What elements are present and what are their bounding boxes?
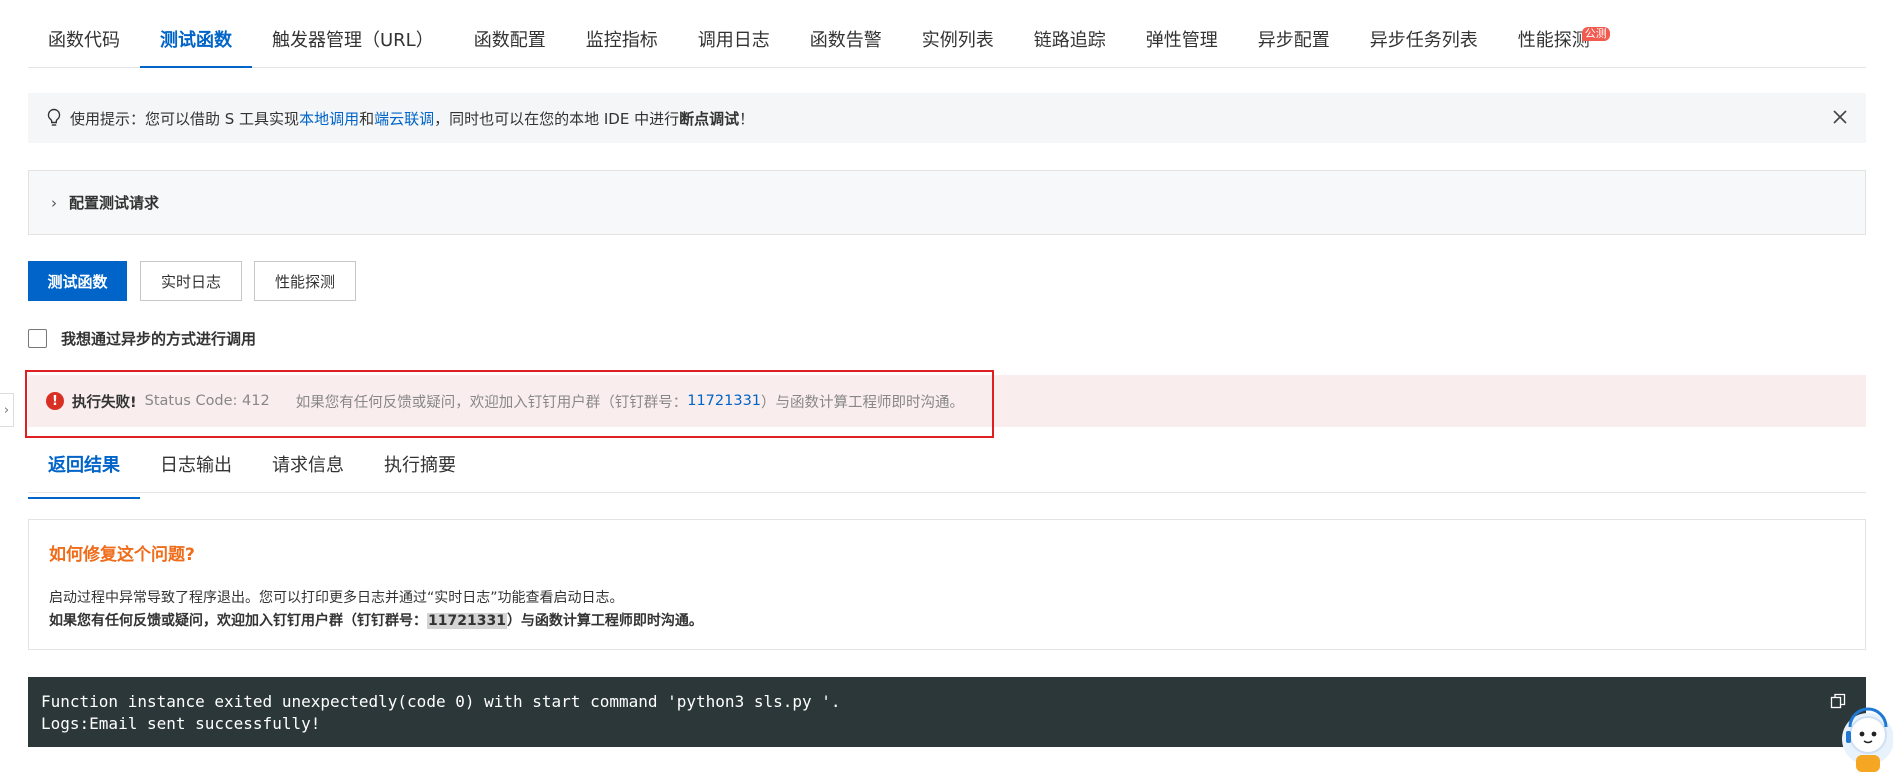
close-icon[interactable] xyxy=(1830,107,1850,127)
lightbulb-icon xyxy=(47,108,61,126)
console-line: Logs:Email sent successfully! xyxy=(41,714,321,733)
tab-trigger-management[interactable]: 触发器管理（URL） xyxy=(252,0,454,67)
cloud-debug-link[interactable]: 端云联调 xyxy=(374,108,434,129)
beta-badge: 公测 xyxy=(1581,27,1610,41)
tab-performance-probe-label: 性能探测 xyxy=(1517,30,1590,51)
config-test-request-label: 配置测试请求 xyxy=(69,194,160,212)
tab-monitoring-metrics[interactable]: 监控指标 xyxy=(566,0,678,67)
tab-invocation-logs[interactable]: 调用日志 xyxy=(678,0,790,67)
assistant-avatar-icon[interactable] xyxy=(1836,705,1893,772)
error-message-prefix: 如果您有任何反馈或疑问，欢迎加入钉钉用户群（钉钉群号： xyxy=(295,394,688,411)
fix-feedback-suffix: ）与函数计算工程师即时沟通。 xyxy=(506,613,703,629)
tab-elastic-management[interactable]: 弹性管理 xyxy=(1126,0,1238,67)
tip-text-prefix: 使用提示：您可以借助 S 工具实现 xyxy=(70,109,300,128)
tip-text-bold: 断点调试 xyxy=(679,109,740,128)
tab-request-info[interactable]: 请求信息 xyxy=(252,446,364,492)
usage-tip-bar: 使用提示：您可以借助 S 工具实现 本地调用 和 端云联调 ，同时也可以在您的本… xyxy=(28,93,1866,143)
error-message-suffix: ）与函数计算工程师即时沟通。 xyxy=(761,394,965,411)
error-icon: ! xyxy=(46,392,64,410)
execution-error-alert: ! 执行失败! Status Code: 412 如果您有任何反馈或疑问，欢迎加… xyxy=(28,375,1866,427)
chevron-right-icon[interactable]: › xyxy=(0,393,14,427)
tip-text-middle: ，同时也可以在您的本地 IDE 中进行 xyxy=(434,109,680,128)
async-invoke-label: 我想通过异步的方式进行调用 xyxy=(61,330,257,348)
tab-instance-list[interactable]: 实例列表 xyxy=(902,0,1014,67)
top-tab-bar: 函数代码 测试函数 触发器管理（URL） 函数配置 监控指标 调用日志 函数告警… xyxy=(28,0,1866,68)
performance-probe-button[interactable]: 性能探测 xyxy=(254,261,356,301)
tab-execution-summary[interactable]: 执行摘要 xyxy=(364,446,476,492)
tab-log-output[interactable]: 日志输出 xyxy=(140,446,252,492)
async-invoke-checkbox[interactable] xyxy=(28,329,47,348)
async-invoke-option[interactable]: 我想通过异步的方式进行调用 xyxy=(28,328,256,349)
tab-test-function[interactable]: 测试函数 xyxy=(140,0,252,68)
fix-title: 如何修复这个问题? xyxy=(49,545,195,565)
tab-async-task-list[interactable]: 异步任务列表 xyxy=(1350,0,1498,67)
tab-performance-probe[interactable]: 性能探测 公测 xyxy=(1498,0,1610,67)
tip-text-suffix: ！ xyxy=(739,109,755,128)
tab-tracing[interactable]: 链路追踪 xyxy=(1014,0,1126,67)
error-title: 执行失败! xyxy=(72,394,137,411)
fix-suggestion-card: 如何修复这个问题? 启动过程中异常导致了程序退出。您可以打印更多日志并通过“实时… xyxy=(28,519,1866,650)
result-tab-bar: 返回结果 日志输出 请求信息 执行摘要 xyxy=(28,446,1866,499)
fix-group-id: 11721331 xyxy=(427,613,507,629)
console-output: Function instance exited unexpectedly(co… xyxy=(28,677,1866,747)
local-invoke-link[interactable]: 本地调用 xyxy=(299,108,359,129)
console-line: Function instance exited unexpectedly(co… xyxy=(41,692,841,711)
status-code: Status Code: 412 xyxy=(144,393,270,409)
fix-feedback-prefix: 如果您有任何反馈或疑问，欢迎加入钉钉用户群（钉钉群号： xyxy=(49,613,427,629)
dingtalk-group-id: 11721331 xyxy=(687,393,762,409)
tab-return-result[interactable]: 返回结果 xyxy=(28,446,140,499)
chevron-right-icon: › xyxy=(51,193,57,212)
fix-feedback-line: 如果您有任何反馈或疑问，欢迎加入钉钉用户群（钉钉群号：11721331）与函数计… xyxy=(49,610,1845,633)
tab-function-config[interactable]: 函数配置 xyxy=(454,0,566,67)
fix-description: 启动过程中异常导致了程序退出。您可以打印更多日志并通过“实时日志”功能查看启动日… xyxy=(49,590,624,606)
tab-async-config[interactable]: 异步配置 xyxy=(1238,0,1350,67)
tab-function-code[interactable]: 函数代码 xyxy=(28,0,140,67)
test-function-button[interactable]: 测试函数 xyxy=(28,261,127,301)
realtime-log-button[interactable]: 实时日志 xyxy=(140,261,242,301)
config-test-request-panel[interactable]: › 配置测试请求 xyxy=(28,170,1866,235)
tip-text-and: 和 xyxy=(359,109,375,128)
tab-function-alerts[interactable]: 函数告警 xyxy=(790,0,902,67)
